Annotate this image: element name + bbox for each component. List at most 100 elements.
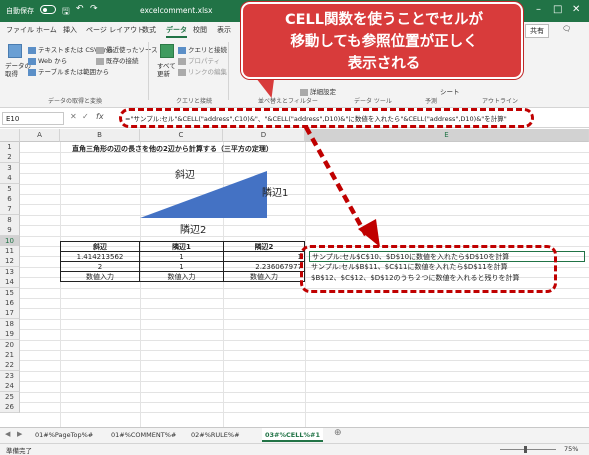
right-triangle-shape[interactable] [140,171,268,219]
get-data-icon[interactable] [8,44,22,58]
text-file-icon [28,46,36,54]
row-header[interactable]: 2 [0,152,20,164]
group-forecast: 予測 [425,98,438,105]
enter-icon[interactable]: ✓ [82,112,89,121]
row-header[interactable]: 1 [0,142,20,153]
properties-icon [178,57,186,65]
row-header[interactable]: 15 [0,287,20,299]
edit-links-icon [178,68,186,76]
row-header[interactable]: 11 [0,246,20,257]
prev-sheet-icon[interactable]: ◀ [5,430,10,438]
row-header[interactable]: 9 [0,225,20,237]
redo-icon[interactable]: ↷ [90,4,98,14]
row-header[interactable]: 7 [0,204,20,216]
refresh-all-icon[interactable] [160,44,174,58]
column-header-d[interactable]: D [223,129,305,142]
sheet-tab[interactable]: 01#%PageTop%# [32,428,96,442]
row-header[interactable]: 14 [0,277,20,289]
table-cell[interactable]: 数値入力 [223,271,305,282]
minimize-icon[interactable]: – [536,4,541,15]
row-header[interactable]: 3 [0,162,20,174]
row-header[interactable]: 8 [0,214,20,226]
recent-sources-icon [96,46,104,54]
edit-links-button[interactable]: リンクの編集 [178,66,227,76]
name-box[interactable]: E10 [2,112,64,125]
row-header[interactable]: 24 [0,381,20,393]
autosave-toggle[interactable] [40,5,56,14]
existing-connections-button[interactable]: 既存の接続 [96,55,139,65]
connections-icon [96,57,104,65]
row-header[interactable]: 12 [0,256,20,268]
row-header[interactable]: 5 [0,183,20,195]
spreadsheet-grid[interactable]: A B C D E 1 2 3 4 5 6 7 8 9 10 11 12 13 14 15 16 17 18 19 2… [0,129,589,427]
next-sheet-icon[interactable]: ▶ [17,430,22,438]
row-header[interactable]: 16 [0,298,20,309]
table-cell[interactable]: 数値入力 [60,271,140,282]
sheet-tab[interactable]: 02#%RULE%# [188,428,243,442]
cancel-icon[interactable]: ✕ [70,112,77,121]
queries-connections-button[interactable]: クエリと接続 [178,44,227,54]
tab-home[interactable]: ホーム [36,25,57,35]
row-header[interactable]: 26 [0,402,20,413]
table-cell[interactable]: 数値入力 [139,271,224,282]
web-icon [28,57,36,65]
sheet-tab[interactable]: 01#%COMMENT%# [108,428,179,442]
properties-button[interactable]: プロパティ [178,55,220,65]
sheet-tab-active[interactable]: 03#%CELL%#1 [262,428,323,442]
fx-icon[interactable]: fx [96,112,104,121]
tab-review[interactable]: 校閲 [193,25,207,35]
zoom-slider-handle[interactable] [524,446,527,453]
row-header[interactable]: 21 [0,350,20,361]
ribbon-separator [148,42,149,100]
web-button[interactable]: Web から [28,55,67,65]
tab-view[interactable]: 表示 [217,25,231,35]
sheet-tab-bar: ◀ ▶ 01#%PageTop%# 01#%COMMENT%# 02#%RULE… [0,427,589,443]
row-header[interactable]: 4 [0,173,20,185]
row-header[interactable]: 18 [0,318,20,330]
row-header[interactable]: 22 [0,360,20,372]
tab-formulas[interactable]: 数式 [142,25,156,35]
tab-insert[interactable]: 挿入 [63,25,77,35]
row-header[interactable]: 13 [0,266,20,278]
add-sheet-icon[interactable]: ⊕ [334,428,342,438]
group-data-tools: データ ツール [354,98,392,105]
callout-line2: 移動しても参照位置が正しく [290,34,478,50]
sheet-button[interactable]: シート [440,86,460,96]
callout-line3: 表示される [347,56,421,72]
table-range-button[interactable]: テーブルまたは範囲から [28,66,109,76]
refresh-all-button[interactable]: すべて 更新 [157,62,176,78]
close-icon[interactable]: ✕ [572,4,580,15]
row-header[interactable]: 19 [0,329,20,341]
column-header-a[interactable]: A [20,129,60,142]
group-outline: アウトライン [482,98,519,105]
row-header[interactable]: 10 [0,235,20,247]
column-header-b[interactable]: B [60,129,140,142]
save-icon[interactable]: 🖫 [62,4,70,20]
tab-file[interactable]: ファイル [6,25,34,35]
filter-icon [300,88,308,96]
row-header[interactable]: 6 [0,194,20,205]
row-header[interactable]: 20 [0,339,20,351]
callout-line1: CELL関数を使うことでセルが [284,12,484,28]
undo-icon[interactable]: ↶ [76,4,84,14]
pointer-arrow [304,125,380,247]
maximize-icon[interactable]: □ [553,4,562,15]
window-title: excelcomment.xlsx [140,6,213,15]
annotation-callout: CELL関数を使うことでセルが 移動しても参照位置が正しく 表示される [241,2,523,79]
comment-icon[interactable]: 🗨 [560,24,573,34]
row-header[interactable]: 25 [0,391,20,403]
row-header[interactable]: 17 [0,308,20,320]
highlight-box-results [300,245,557,293]
zoom-slider[interactable] [500,449,556,450]
ribbon-separator [228,42,229,100]
status-ready: 準備完了 [6,447,32,455]
label-hypotenuse: 斜辺 [175,170,195,181]
column-header-c[interactable]: C [140,129,223,142]
tab-data[interactable]: データ [166,25,187,38]
detail-settings-button[interactable]: 詳細設定 [300,86,336,96]
zoom-level[interactable]: 75% [564,445,578,453]
share-button[interactable]: 共有 [525,24,549,38]
row-header[interactable]: 23 [0,370,20,382]
select-all-corner[interactable] [0,129,20,142]
tab-page-layout[interactable]: ページ レイアウト [86,25,144,35]
